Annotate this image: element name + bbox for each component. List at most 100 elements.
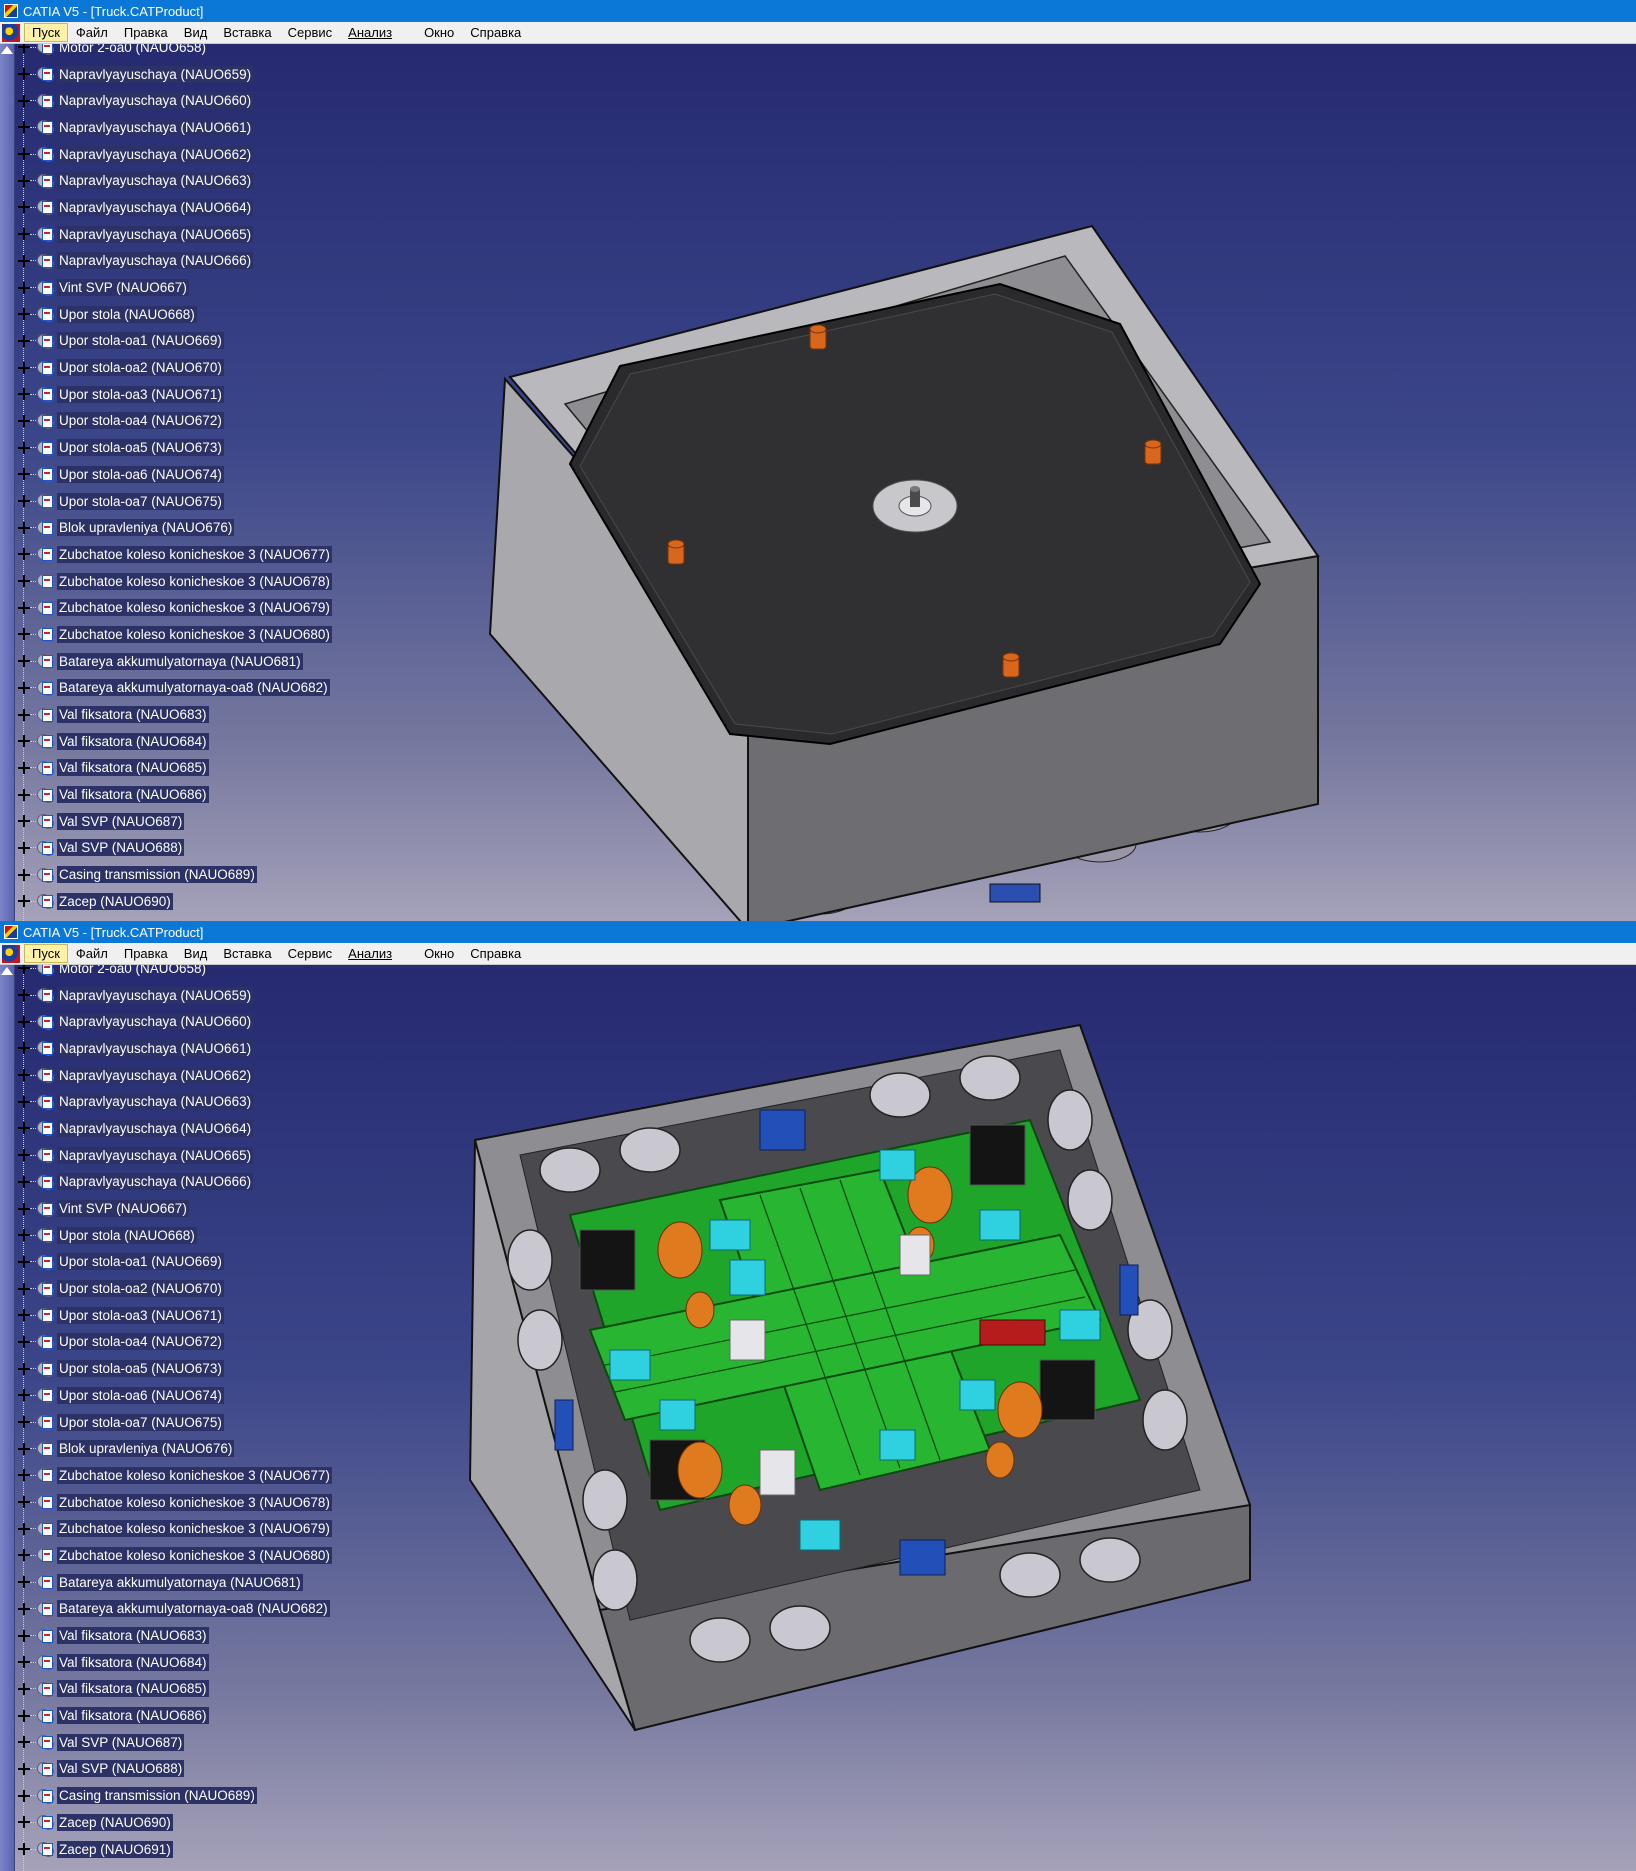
catia-compass-icon[interactable] (2, 23, 20, 42)
tree-node-label[interactable]: Napravlyayuschaya (NAUO659) (57, 65, 254, 83)
tree-node-label[interactable]: Casing transmission (NAUO689) (57, 1787, 257, 1805)
plus-expander-icon[interactable] (18, 1789, 30, 1802)
plus-expander-icon[interactable] (18, 1122, 30, 1135)
tree-node[interactable]: Upor stola-oa1 (NAUO669) (14, 1249, 1636, 1276)
plus-expander-icon[interactable] (18, 1362, 30, 1375)
tree-node[interactable]: Casing transmission (NAUO689) (14, 1782, 1636, 1809)
tree-node[interactable]: Val fiksatora (NAUO683) (14, 701, 1636, 728)
plus-expander-icon[interactable] (18, 681, 30, 694)
scroll-up-icon[interactable] (1, 967, 13, 975)
plus-expander-icon[interactable] (18, 334, 30, 347)
tree-node[interactable]: Napravlyayuschaya (NAUO662) (14, 141, 1636, 168)
tree-node[interactable]: Upor stola-oa3 (NAUO671) (14, 381, 1636, 408)
tree-node[interactable]: Blok upravleniya (NAUO676) (14, 1435, 1636, 1462)
plus-expander-icon[interactable] (18, 575, 30, 588)
tree-node-label[interactable]: Blok upravleniya (NAUO676) (57, 1440, 235, 1458)
tree-node[interactable]: Napravlyayuschaya (NAUO664) (14, 194, 1636, 221)
tree-node[interactable]: Upor stola-oa2 (NAUO670) (14, 354, 1636, 381)
tree-node[interactable]: Blok upravleniya (NAUO676) (14, 514, 1636, 541)
menu-help[interactable]: Справка (462, 23, 529, 42)
tree-node[interactable]: Batareya akkumulyatornaya-oa8 (NAUO682) (14, 1596, 1636, 1623)
tree-node-label[interactable]: Napravlyayuschaya (NAUO660) (57, 92, 254, 110)
plus-expander-icon[interactable] (18, 308, 30, 321)
plus-expander-icon[interactable] (18, 1229, 30, 1242)
tree-node[interactable]: Batareya akkumulyatornaya-oa8 (NAUO682) (14, 675, 1636, 702)
tree-node[interactable]: Napravlyayuschaya (NAUO665) (14, 221, 1636, 248)
tree-node[interactable]: Napravlyayuschaya (NAUO661) (14, 1035, 1636, 1062)
tree-node-label[interactable]: Batareya akkumulyatornaya (NAUO681) (57, 652, 303, 670)
tree-scroll-strip[interactable] (0, 965, 15, 1871)
tree-node-label[interactable]: Napravlyayuschaya (NAUO665) (57, 225, 254, 243)
plus-expander-icon[interactable] (18, 94, 30, 107)
tree-node[interactable]: Napravlyayuschaya (NAUO664) (14, 1115, 1636, 1142)
tree-node[interactable]: Upor stola-oa5 (NAUO673) (14, 434, 1636, 461)
tree-node[interactable]: Napravlyayuschaya (NAUO660) (14, 87, 1636, 114)
tree-node-label[interactable]: Zubchatoe koleso konicheskoe 3 (NAUO679) (57, 1520, 332, 1538)
tree-node[interactable]: Val SVP (NAUO688) (14, 835, 1636, 862)
tree-node-label[interactable]: Upor stola-oa1 (NAUO669) (57, 332, 224, 350)
plus-expander-icon[interactable] (18, 148, 30, 161)
tree-node[interactable]: Val fiksatora (NAUO683) (14, 1622, 1636, 1649)
tree-node[interactable]: Zubchatoe koleso konicheskoe 3 (NAUO680) (14, 621, 1636, 648)
tree-node[interactable]: Upor stola-oa4 (NAUO672) (14, 1329, 1636, 1356)
tree-node-label[interactable]: Zubchatoe koleso konicheskoe 3 (NAUO677) (57, 1466, 332, 1484)
plus-expander-icon[interactable] (18, 1255, 30, 1268)
menu-window[interactable]: Окно (416, 23, 462, 42)
menu-view[interactable]: Вид (176, 23, 216, 42)
tree-node-label[interactable]: Zacep (NAUO691) (57, 1840, 173, 1858)
plus-expander-icon[interactable] (18, 1843, 30, 1856)
tree-node[interactable]: Val fiksatora (NAUO686) (14, 781, 1636, 808)
tree-node-label[interactable]: Napravlyayuschaya (NAUO664) (57, 1119, 254, 1137)
tree-node[interactable]: Val fiksatora (NAUO685) (14, 1676, 1636, 1703)
tree-node-label[interactable]: Zacep (NAUO690) (57, 1813, 173, 1831)
tree-node[interactable]: Zubchatoe koleso konicheskoe 3 (NAUO677) (14, 541, 1636, 568)
tree-node-label[interactable]: Upor stola-oa7 (NAUO675) (57, 492, 224, 510)
plus-expander-icon[interactable] (18, 761, 30, 774)
tree-node-label[interactable]: Napravlyayuschaya (NAUO665) (57, 1146, 254, 1164)
tree-node[interactable]: Napravlyayuschaya (NAUO663) (14, 1088, 1636, 1115)
plus-expander-icon[interactable] (18, 815, 30, 828)
tree-node[interactable]: Zacep (NAUO690) (14, 888, 1636, 915)
menu-tools[interactable]: Сервис (280, 23, 341, 42)
tree-node[interactable]: Batareya akkumulyatornaya (NAUO681) (14, 1569, 1636, 1596)
plus-expander-icon[interactable] (18, 1095, 30, 1108)
plus-expander-icon[interactable] (18, 548, 30, 561)
plus-expander-icon[interactable] (18, 1015, 30, 1028)
tree-node-label[interactable]: Val SVP (NAUO688) (57, 1760, 185, 1778)
tree-node-label[interactable]: Val fiksatora (NAUO683) (57, 1627, 209, 1645)
tree-node-label[interactable]: Batareya akkumulyatornaya (NAUO681) (57, 1573, 303, 1591)
plus-expander-icon[interactable] (18, 1576, 30, 1589)
plus-expander-icon[interactable] (18, 1469, 30, 1482)
plus-expander-icon[interactable] (18, 121, 30, 134)
plus-expander-icon[interactable] (18, 1416, 30, 1429)
plus-expander-icon[interactable] (18, 1602, 30, 1615)
plus-expander-icon[interactable] (18, 735, 30, 748)
tree-node[interactable]: Upor stola-oa6 (NAUO674) (14, 1382, 1636, 1409)
menu-file[interactable]: Файл (68, 944, 116, 963)
tree-node-label[interactable]: Batareya akkumulyatornaya-oa8 (NAUO682) (57, 679, 330, 697)
plus-expander-icon[interactable] (18, 1496, 30, 1509)
plus-expander-icon[interactable] (18, 708, 30, 721)
plus-expander-icon[interactable] (18, 1549, 30, 1562)
plus-expander-icon[interactable] (18, 174, 30, 187)
menu-edit[interactable]: Правка (116, 944, 176, 963)
plus-expander-icon[interactable] (18, 965, 30, 975)
tree-scroll-strip[interactable] (0, 44, 15, 921)
tree-node-label[interactable]: Val fiksatora (NAUO686) (57, 786, 209, 804)
tree-node-label[interactable]: Val fiksatora (NAUO685) (57, 759, 209, 777)
tree-node-label[interactable]: Val SVP (NAUO688) (57, 839, 185, 857)
tree-node-label[interactable]: Batareya akkumulyatornaya-oa8 (NAUO682) (57, 1600, 330, 1618)
tree-node[interactable]: Napravlyayuschaya (NAUO665) (14, 1142, 1636, 1169)
tree-node[interactable]: Napravlyayuschaya (NAUO659) (14, 61, 1636, 88)
tree-node-label[interactable]: Val fiksatora (NAUO683) (57, 706, 209, 724)
tree-node-label[interactable]: Zubchatoe koleso konicheskoe 3 (NAUO679) (57, 599, 332, 617)
tree-node-label[interactable]: Upor stola-oa1 (NAUO669) (57, 1253, 224, 1271)
tree-node[interactable]: Val fiksatora (NAUO686) (14, 1702, 1636, 1729)
plus-expander-icon[interactable] (18, 521, 30, 534)
plus-expander-icon[interactable] (18, 1175, 30, 1188)
plus-expander-icon[interactable] (18, 388, 30, 401)
tree-node[interactable]: Zubchatoe koleso konicheskoe 3 (NAUO677) (14, 1462, 1636, 1489)
plus-expander-icon[interactable] (18, 1629, 30, 1642)
plus-expander-icon[interactable] (18, 989, 30, 1002)
tree-node-label[interactable]: Upor stola-oa5 (NAUO673) (57, 439, 224, 457)
